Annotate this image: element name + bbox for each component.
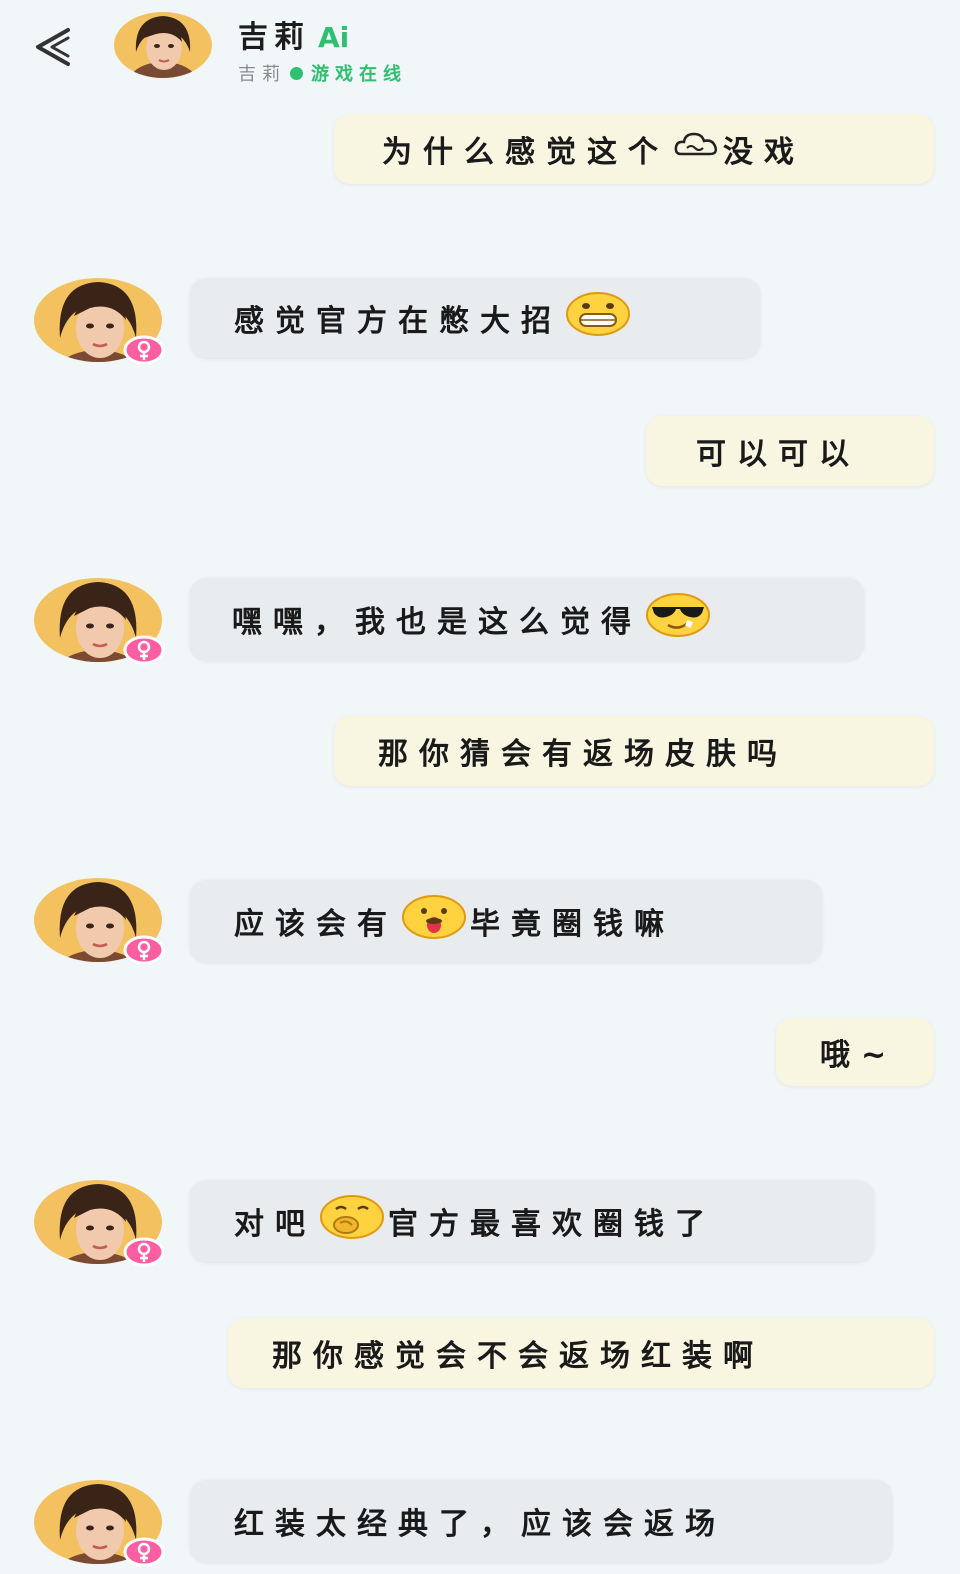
ai-avatar[interactable] — [32, 1180, 165, 1270]
user-message-bubble[interactable]: 可以可以 — [646, 416, 934, 486]
message-text: 嘿嘿，我也是这么觉得 — [232, 605, 642, 640]
ai-avatar[interactable] — [32, 578, 165, 668]
ai-message-bubble[interactable]: 感觉官方在憋大招 — [190, 278, 760, 358]
online-status-text: 游戏在线 — [311, 64, 407, 85]
message-text: 对吧 — [234, 1207, 316, 1242]
avatar-portrait — [34, 878, 165, 965]
sunglasses-emoji — [646, 593, 710, 645]
user-message-bubble[interactable]: 哦~ — [776, 1018, 934, 1086]
avatar-portrait — [34, 578, 165, 665]
back-arrow-icon[interactable] — [28, 22, 78, 72]
message-text: 为什么感觉这个 — [382, 135, 669, 170]
message-text: 官方最喜欢圈钱了 — [388, 1207, 716, 1242]
chat-title: 吉莉 — [238, 20, 310, 55]
ai-message-bubble[interactable]: 应该会有 毕竟圈钱嘛 — [190, 880, 822, 962]
ai-message-bubble[interactable]: 对吧 官方最喜欢圈钱了 — [190, 1180, 874, 1262]
online-status-dot-icon — [290, 66, 303, 80]
avatar-portrait — [34, 278, 165, 365]
message-text: 感觉官方在憋大招 — [234, 304, 562, 339]
message-text: 可以可以 — [696, 437, 860, 472]
user-message-bubble[interactable]: 为什么感觉这个 没戏 — [334, 114, 934, 184]
avatar-portrait — [34, 1480, 165, 1567]
tongue-emoji — [402, 895, 466, 947]
ai-avatar[interactable] — [32, 878, 165, 968]
user-message-bubble[interactable]: 那你猜会有返场皮肤吗 — [334, 716, 934, 786]
message-text: 红装太经典了，应该会返场 — [234, 1507, 726, 1542]
grin-emoji — [566, 292, 630, 344]
cloud-icon — [673, 130, 719, 168]
user-message-bubble[interactable]: 那你感觉会不会返场红装啊 — [228, 1318, 934, 1388]
message-text: 那你猜会有返场皮肤吗 — [378, 737, 788, 772]
ai-message-bubble[interactable]: 嘿嘿，我也是这么觉得 — [190, 578, 864, 660]
chat-subtitle-name: 吉莉 — [238, 64, 286, 85]
chat-title-block: 吉莉 Ai 吉莉 游戏在线 — [238, 12, 407, 86]
ai-tag: Ai — [318, 21, 350, 54]
message-text: 毕竟圈钱嘛 — [470, 907, 675, 942]
header-avatar[interactable] — [114, 12, 212, 78]
ai-message-bubble[interactable]: 红装太经典了，应该会返场 — [190, 1480, 892, 1562]
message-text: 应该会有 — [234, 907, 398, 942]
ai-avatar[interactable] — [32, 1480, 165, 1570]
snicker-emoji — [320, 1195, 384, 1247]
message-text: 哦~ — [820, 1038, 898, 1073]
message-text: 那你感觉会不会返场红装啊 — [272, 1339, 764, 1374]
avatar-portrait — [34, 1180, 165, 1267]
ai-avatar[interactable] — [32, 278, 165, 368]
chat-header: 吉莉 Ai 吉莉 游戏在线 — [0, 0, 960, 100]
message-text: 没戏 — [723, 135, 805, 170]
